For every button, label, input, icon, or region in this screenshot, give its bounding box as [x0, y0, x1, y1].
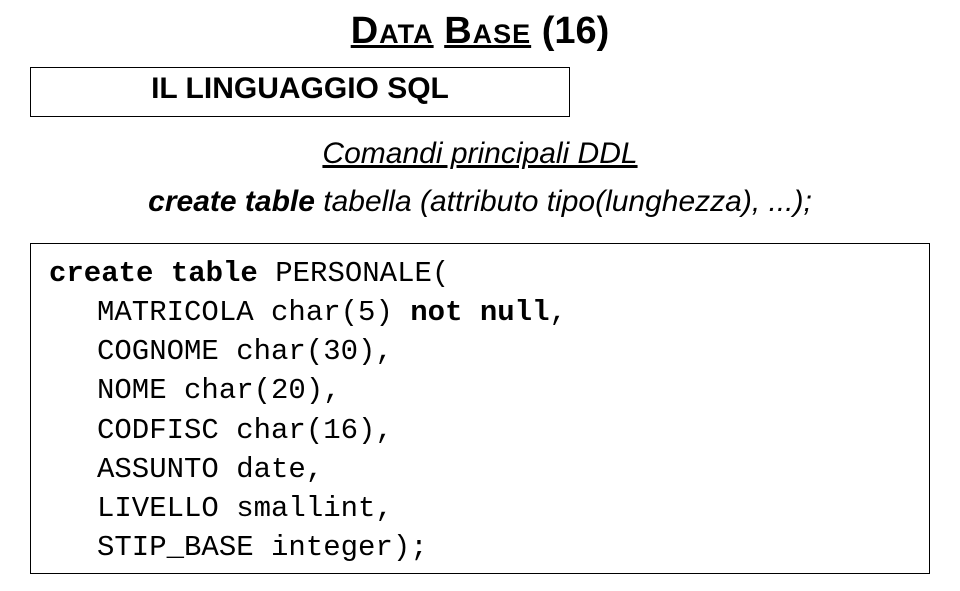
- code-line-3: COGNOME char(30),: [49, 332, 895, 371]
- code-line-1: create table PERSONALE(: [49, 254, 895, 293]
- code-line-5: CODFISC char(16),: [49, 411, 895, 450]
- title-word-base: Base: [444, 10, 531, 52]
- code-l1b: PERSONALE(: [258, 257, 449, 290]
- subtitle-box: IL LINGUAGGIO SQL: [30, 67, 570, 117]
- code-l2c: ,: [550, 296, 567, 329]
- code-line-6: ASSUNTO date,: [49, 450, 895, 489]
- code-line-8: STIP_BASE integer);: [49, 528, 895, 567]
- keyword-create-table: create table: [148, 185, 315, 218]
- title-word-data: Data: [351, 10, 434, 52]
- code-kw-create: create table: [49, 257, 258, 290]
- document-page: Data Base (16) IL LINGUAGGIO SQL Comandi…: [0, 0, 960, 591]
- code-line-7: LIVELLO smallint,: [49, 489, 895, 528]
- subtitle: IL LINGUAGGIO SQL: [49, 72, 551, 106]
- code-kw-notnull: not null: [410, 296, 549, 329]
- title-number: (16): [542, 10, 610, 52]
- code-line-2: MATRICOLA char(5) not null,: [49, 293, 895, 332]
- section-heading: Comandi principali DDL: [30, 137, 930, 171]
- code-block: create table PERSONALE( MATRICOLA char(5…: [30, 243, 930, 574]
- code-l2a: MATRICOLA char(5): [97, 296, 410, 329]
- syntax-rest: tabella (attributo tipo(lunghezza), ...)…: [315, 185, 812, 218]
- syntax-definition: create table tabella (attributo tipo(lun…: [30, 185, 930, 219]
- page-title: Data Base (16): [30, 10, 930, 53]
- code-line-4: NOME char(20),: [49, 371, 895, 410]
